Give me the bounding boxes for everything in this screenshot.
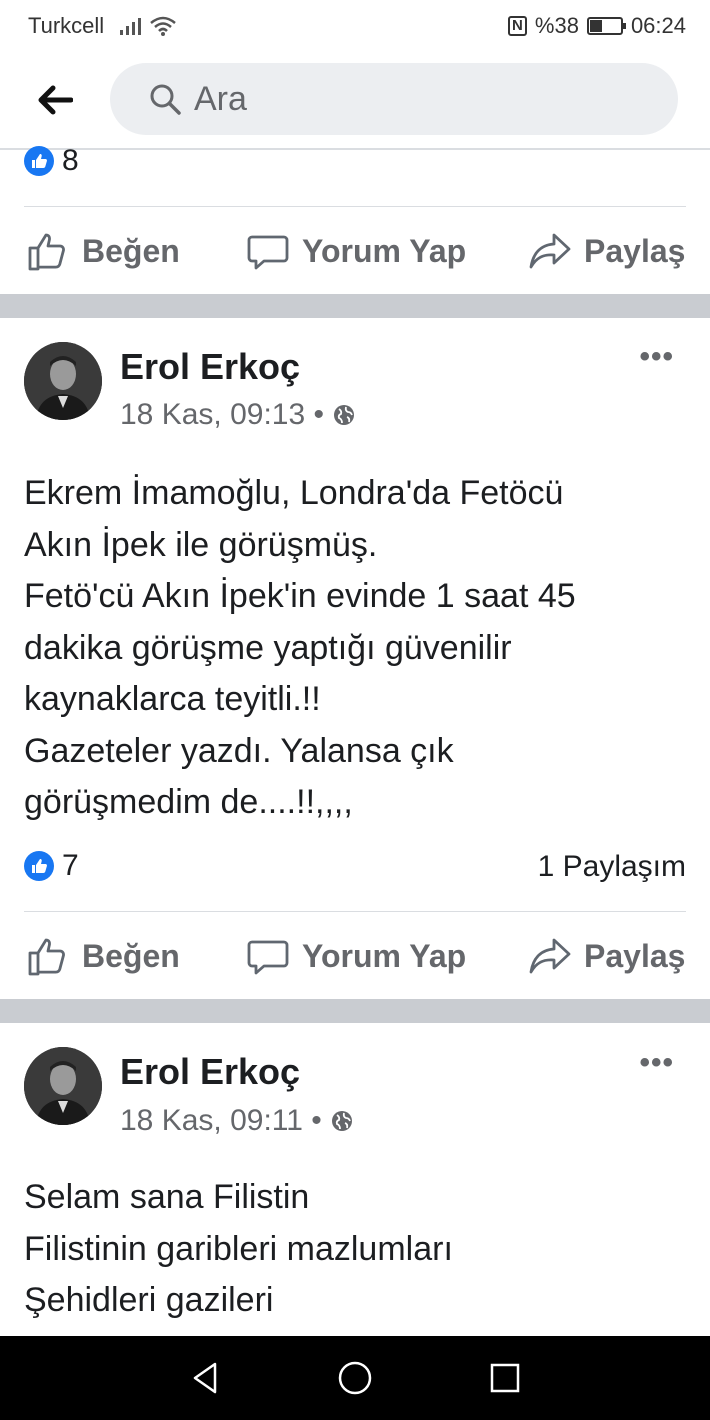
- post-line: Şehidleri gazileri: [24, 1281, 274, 1319]
- share-button[interactable]: Paylaş: [528, 229, 685, 273]
- search-bar[interactable]: [110, 63, 678, 135]
- clock: 06:24: [630, 13, 686, 38]
- divider: [24, 206, 686, 207]
- share-label: Paylaş: [584, 937, 686, 974]
- avatar-photo: [24, 1047, 102, 1125]
- thumbs-up-icon: [28, 233, 65, 271]
- nav-home-icon[interactable]: [335, 1358, 375, 1398]
- carrier-name: Turkcell: [28, 13, 105, 38]
- post-separator: [0, 999, 710, 1023]
- status-bar: Turkcell N %38 06:24: [0, 0, 710, 52]
- like-reaction-icon: [24, 146, 54, 176]
- like-label: Beğen: [82, 937, 180, 974]
- comment-label: Yorum Yap: [302, 937, 467, 974]
- reaction-count: 7: [62, 849, 79, 882]
- post-separator: [0, 294, 710, 318]
- like-button[interactable]: Beğen: [26, 934, 180, 978]
- nav-back-icon[interactable]: [185, 1358, 225, 1398]
- comment-icon: [247, 235, 289, 270]
- like-label: Beğen: [82, 232, 180, 269]
- avatar[interactable]: [24, 342, 102, 420]
- post-timestamp[interactable]: 18 Kas, 09:11 •: [120, 1104, 322, 1138]
- search-icon: [150, 84, 181, 115]
- more-options-button[interactable]: •••: [639, 1046, 674, 1080]
- post-meta: 18 Kas, 09:13 •: [120, 398, 356, 432]
- more-options-button[interactable]: •••: [639, 340, 674, 374]
- post-line: Gazeteler yazdı. Yalansa çık: [24, 731, 454, 770]
- globe-icon: [331, 1111, 352, 1131]
- nav-recents-icon[interactable]: [485, 1358, 525, 1398]
- post-body: Ekrem İmamoğlu, Londra'da Fetöcü Akın İp…: [24, 468, 694, 829]
- author-name[interactable]: Erol Erkoç: [120, 1051, 300, 1093]
- avatar-photo: [24, 342, 102, 420]
- comment-icon: [247, 940, 289, 975]
- action-bar: Beğen Yorum Yap Paylaş: [0, 913, 710, 999]
- post-line: görüşmedim de....!!,,,,: [24, 783, 353, 821]
- share-icon: [529, 233, 571, 269]
- like-reaction-icon: [24, 851, 54, 881]
- post-line: Ekrem İmamoğlu, Londra'da Fetöcü: [24, 474, 564, 512]
- battery-percent: %38: [534, 13, 579, 38]
- post-line: Fetö'cü Akın İpek'in evinde 1 saat 45: [24, 577, 576, 615]
- battery-fill: [589, 20, 603, 32]
- action-bar: Beğen Yorum Yap Paylaş: [0, 208, 710, 294]
- post-line: kaynaklarca teyitli.!!: [24, 680, 321, 718]
- share-icon: [529, 938, 571, 974]
- battery-icon: [586, 17, 626, 35]
- post-timestamp[interactable]: 18 Kas, 09:13 •: [120, 398, 324, 432]
- post-line: Filistinin garibleri mazlumları: [24, 1229, 453, 1268]
- post-meta: 18 Kas, 09:11 •: [120, 1104, 354, 1138]
- share-count[interactable]: 1 Paylaşım: [538, 850, 686, 884]
- reaction-count: 8: [62, 144, 79, 177]
- comment-button[interactable]: Yorum Yap: [246, 229, 466, 273]
- post-body: Selam sana Filistin Filistinin garibleri…: [24, 1172, 694, 1327]
- like-button[interactable]: Beğen: [26, 229, 180, 273]
- signal-icon: [120, 17, 142, 35]
- search-input[interactable]: [194, 79, 614, 119]
- system-nav-bar: [0, 1336, 710, 1420]
- author-name[interactable]: Erol Erkoç: [120, 346, 300, 388]
- back-button[interactable]: [0, 51, 110, 149]
- share-button[interactable]: Paylaş: [528, 934, 685, 978]
- nfc-icon: N: [508, 16, 527, 36]
- post-line: dakika görüşme yaptığı güvenilir: [24, 628, 512, 667]
- thumbs-up-icon: [28, 938, 65, 976]
- post-line: Akın İpek ile görüşmüş.: [24, 525, 378, 564]
- back-arrow-icon: [38, 85, 73, 115]
- share-label: Paylaş: [584, 232, 686, 269]
- post-line: Selam sana Filistin: [24, 1178, 310, 1216]
- reaction-summary[interactable]: 7: [24, 849, 79, 883]
- wifi-icon: [150, 16, 177, 36]
- divider: [24, 911, 686, 912]
- globe-icon: [333, 405, 354, 425]
- search-header: [0, 52, 710, 150]
- comment-label: Yorum Yap: [302, 232, 467, 269]
- reaction-summary[interactable]: 8: [24, 144, 79, 178]
- avatar[interactable]: [24, 1047, 102, 1125]
- comment-button[interactable]: Yorum Yap: [246, 934, 466, 978]
